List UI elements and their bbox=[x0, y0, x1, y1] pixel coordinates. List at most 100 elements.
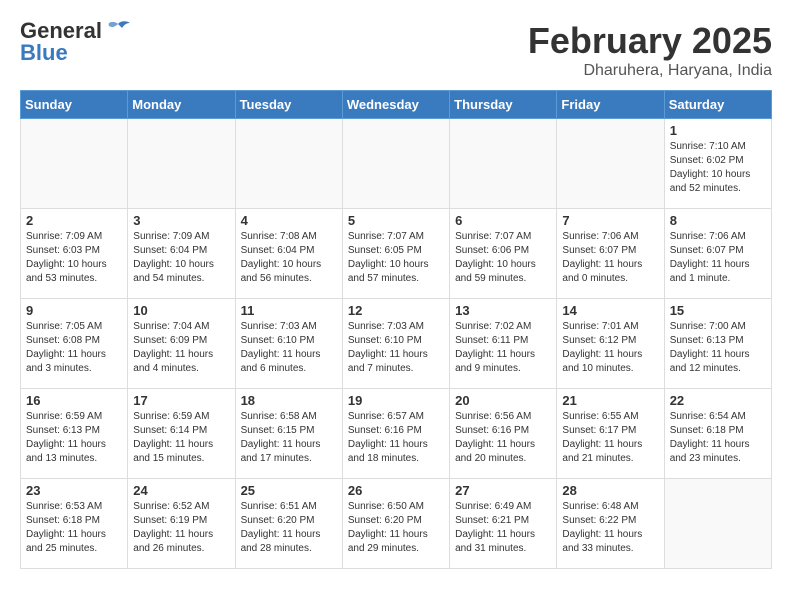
calendar-day-cell: 23Sunrise: 6:53 AM Sunset: 6:18 PM Dayli… bbox=[21, 479, 128, 569]
day-info: Sunrise: 6:48 AM Sunset: 6:22 PM Dayligh… bbox=[562, 500, 658, 556]
calendar-day-cell: 6 Sunrise: 7:07 AM Sunset: 6:06 PM Daylig… bbox=[450, 209, 557, 299]
day-info: Sunrise: 6:59 AM Sunset: 6:14 PM Dayligh… bbox=[133, 410, 229, 466]
day-info: Sunrise: 7:07 AM Sunset: 6:05 PM Dayligh… bbox=[348, 230, 444, 286]
day-info: Sunrise: 6:57 AM Sunset: 6:16 PM Dayligh… bbox=[348, 410, 444, 466]
day-info: Sunrise: 6:50 AM Sunset: 6:20 PM Dayligh… bbox=[348, 500, 444, 556]
day-info: Sunrise: 7:00 AM Sunset: 6:13 PM Dayligh… bbox=[670, 320, 766, 376]
bird-icon bbox=[104, 20, 132, 42]
day-number: 2 bbox=[26, 213, 122, 228]
day-of-week-header: Friday bbox=[557, 91, 664, 119]
calendar-day-cell bbox=[128, 119, 235, 209]
day-info: Sunrise: 7:03 AM Sunset: 6:10 PM Dayligh… bbox=[241, 320, 337, 376]
calendar-day-cell: 1 Sunrise: 7:10 AM Sunset: 6:02 PM Daylig… bbox=[664, 119, 771, 209]
day-info: Sunrise: 6:52 AM Sunset: 6:19 PM Dayligh… bbox=[133, 500, 229, 556]
day-info: Sunrise: 7:04 AM Sunset: 6:09 PM Dayligh… bbox=[133, 320, 229, 376]
day-of-week-header: Tuesday bbox=[235, 91, 342, 119]
day-number: 27 bbox=[455, 483, 551, 498]
day-info: Sunrise: 6:59 AM Sunset: 6:13 PM Dayligh… bbox=[26, 410, 122, 466]
calendar-day-cell: 13 Sunrise: 7:02 AM Sunset: 6:11 PM Dayli… bbox=[450, 299, 557, 389]
calendar-week-row: 9Sunrise: 7:05 AM Sunset: 6:08 PM Daylig… bbox=[21, 299, 772, 389]
day-of-week-header: Thursday bbox=[450, 91, 557, 119]
calendar-week-row: 2Sunrise: 7:09 AM Sunset: 6:03 PM Daylig… bbox=[21, 209, 772, 299]
day-info: Sunrise: 7:08 AM Sunset: 6:04 PM Dayligh… bbox=[241, 230, 337, 286]
calendar-day-cell: 3 Sunrise: 7:09 AM Sunset: 6:04 PM Daylig… bbox=[128, 209, 235, 299]
calendar-day-cell: 4 Sunrise: 7:08 AM Sunset: 6:04 PM Daylig… bbox=[235, 209, 342, 299]
day-info: Sunrise: 7:03 AM Sunset: 6:10 PM Dayligh… bbox=[348, 320, 444, 376]
title-area: February 2025 Dharuhera, Haryana, India bbox=[528, 20, 772, 80]
day-number: 12 bbox=[348, 303, 444, 318]
calendar-week-row: 1 Sunrise: 7:10 AM Sunset: 6:02 PM Daylig… bbox=[21, 119, 772, 209]
day-number: 14 bbox=[562, 303, 658, 318]
calendar-day-cell bbox=[450, 119, 557, 209]
day-info: Sunrise: 6:58 AM Sunset: 6:15 PM Dayligh… bbox=[241, 410, 337, 466]
logo-general-text: General bbox=[20, 20, 102, 42]
logo: General Blue bbox=[20, 20, 134, 65]
day-number: 8 bbox=[670, 213, 766, 228]
day-number: 7 bbox=[562, 213, 658, 228]
day-number: 24 bbox=[133, 483, 229, 498]
day-number: 4 bbox=[241, 213, 337, 228]
day-number: 22 bbox=[670, 393, 766, 408]
calendar-day-cell: 15 Sunrise: 7:00 AM Sunset: 6:13 PM Dayli… bbox=[664, 299, 771, 389]
day-info: Sunrise: 7:01 AM Sunset: 6:12 PM Dayligh… bbox=[562, 320, 658, 376]
day-number: 10 bbox=[133, 303, 229, 318]
calendar-day-cell: 28 Sunrise: 6:48 AM Sunset: 6:22 PM Dayli… bbox=[557, 479, 664, 569]
calendar-day-cell: 20Sunrise: 6:56 AM Sunset: 6:16 PM Dayli… bbox=[450, 389, 557, 479]
day-info: Sunrise: 6:55 AM Sunset: 6:17 PM Dayligh… bbox=[562, 410, 658, 466]
day-info: Sunrise: 7:09 AM Sunset: 6:04 PM Dayligh… bbox=[133, 230, 229, 286]
calendar-day-cell bbox=[235, 119, 342, 209]
day-number: 15 bbox=[670, 303, 766, 318]
calendar-day-cell: 10 Sunrise: 7:04 AM Sunset: 6:09 PM Dayli… bbox=[128, 299, 235, 389]
calendar-day-cell: 27 Sunrise: 6:49 AM Sunset: 6:21 PM Dayli… bbox=[450, 479, 557, 569]
day-info: Sunrise: 6:51 AM Sunset: 6:20 PM Dayligh… bbox=[241, 500, 337, 556]
day-of-week-header: Monday bbox=[128, 91, 235, 119]
day-info: Sunrise: 6:53 AM Sunset: 6:18 PM Dayligh… bbox=[26, 500, 122, 556]
calendar-day-cell bbox=[342, 119, 449, 209]
day-info: Sunrise: 7:06 AM Sunset: 6:07 PM Dayligh… bbox=[670, 230, 766, 286]
calendar-day-cell: 2Sunrise: 7:09 AM Sunset: 6:03 PM Daylig… bbox=[21, 209, 128, 299]
day-number: 13 bbox=[455, 303, 551, 318]
day-info: Sunrise: 6:54 AM Sunset: 6:18 PM Dayligh… bbox=[670, 410, 766, 466]
calendar-day-cell bbox=[21, 119, 128, 209]
calendar-day-cell: 24 Sunrise: 6:52 AM Sunset: 6:19 PM Dayli… bbox=[128, 479, 235, 569]
calendar-day-cell: 22 Sunrise: 6:54 AM Sunset: 6:18 PM Dayli… bbox=[664, 389, 771, 479]
calendar-day-cell: 21 Sunrise: 6:55 AM Sunset: 6:17 PM Dayli… bbox=[557, 389, 664, 479]
day-info: Sunrise: 6:49 AM Sunset: 6:21 PM Dayligh… bbox=[455, 500, 551, 556]
calendar-day-cell: 5 Sunrise: 7:07 AM Sunset: 6:05 PM Daylig… bbox=[342, 209, 449, 299]
day-number: 9 bbox=[26, 303, 122, 318]
calendar-day-cell: 12 Sunrise: 7:03 AM Sunset: 6:10 PM Dayli… bbox=[342, 299, 449, 389]
day-number: 11 bbox=[241, 303, 337, 318]
calendar: SundayMondayTuesdayWednesdayThursdayFrid… bbox=[20, 90, 772, 569]
calendar-day-cell: 16Sunrise: 6:59 AM Sunset: 6:13 PM Dayli… bbox=[21, 389, 128, 479]
day-info: Sunrise: 7:07 AM Sunset: 6:06 PM Dayligh… bbox=[455, 230, 551, 286]
calendar-day-cell: 17 Sunrise: 6:59 AM Sunset: 6:14 PM Dayli… bbox=[128, 389, 235, 479]
calendar-day-cell: 14 Sunrise: 7:01 AM Sunset: 6:12 PM Dayli… bbox=[557, 299, 664, 389]
location: Dharuhera, Haryana, India bbox=[528, 62, 772, 80]
day-number: 17 bbox=[133, 393, 229, 408]
calendar-day-cell: 18 Sunrise: 6:58 AM Sunset: 6:15 PM Dayli… bbox=[235, 389, 342, 479]
month-title: February 2025 bbox=[528, 20, 772, 62]
calendar-week-row: 23Sunrise: 6:53 AM Sunset: 6:18 PM Dayli… bbox=[21, 479, 772, 569]
day-number: 21 bbox=[562, 393, 658, 408]
calendar-day-cell: 26 Sunrise: 6:50 AM Sunset: 6:20 PM Dayli… bbox=[342, 479, 449, 569]
day-number: 19 bbox=[348, 393, 444, 408]
day-number: 28 bbox=[562, 483, 658, 498]
calendar-day-cell: 8 Sunrise: 7:06 AM Sunset: 6:07 PM Daylig… bbox=[664, 209, 771, 299]
day-number: 26 bbox=[348, 483, 444, 498]
day-info: Sunrise: 7:02 AM Sunset: 6:11 PM Dayligh… bbox=[455, 320, 551, 376]
calendar-day-cell bbox=[664, 479, 771, 569]
day-of-week-header: Saturday bbox=[664, 91, 771, 119]
day-number: 1 bbox=[670, 123, 766, 138]
day-number: 18 bbox=[241, 393, 337, 408]
day-number: 3 bbox=[133, 213, 229, 228]
day-info: Sunrise: 7:10 AM Sunset: 6:02 PM Dayligh… bbox=[670, 140, 766, 196]
day-info: Sunrise: 7:06 AM Sunset: 6:07 PM Dayligh… bbox=[562, 230, 658, 286]
day-info: Sunrise: 6:56 AM Sunset: 6:16 PM Dayligh… bbox=[455, 410, 551, 466]
calendar-week-row: 16Sunrise: 6:59 AM Sunset: 6:13 PM Dayli… bbox=[21, 389, 772, 479]
calendar-header-row: SundayMondayTuesdayWednesdayThursdayFrid… bbox=[21, 91, 772, 119]
logo-blue-text: Blue bbox=[20, 40, 68, 65]
day-number: 5 bbox=[348, 213, 444, 228]
day-number: 6 bbox=[455, 213, 551, 228]
calendar-day-cell: 25Sunrise: 6:51 AM Sunset: 6:20 PM Dayli… bbox=[235, 479, 342, 569]
day-of-week-header: Sunday bbox=[21, 91, 128, 119]
